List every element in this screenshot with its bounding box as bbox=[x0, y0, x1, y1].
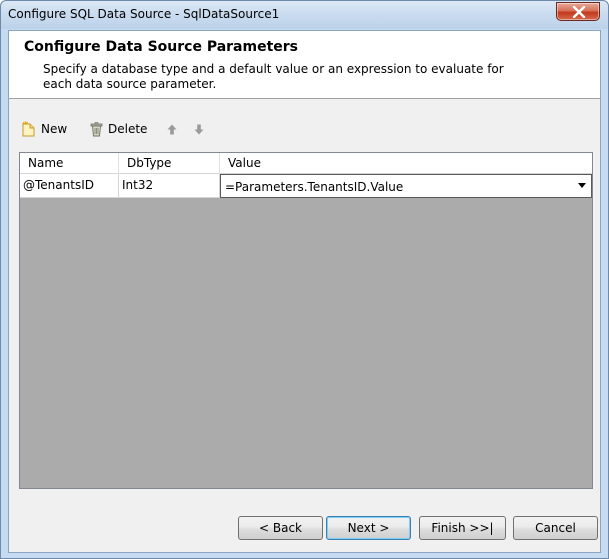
back-button[interactable]: < Back bbox=[238, 516, 323, 540]
window-title: Configure SQL Data Source - SqlDataSourc… bbox=[8, 7, 280, 21]
parameter-value-text: =Parameters.TenantsID.Value bbox=[225, 180, 404, 194]
next-button[interactable]: Next > bbox=[326, 516, 411, 540]
chevron-down-icon[interactable] bbox=[578, 183, 586, 188]
cancel-button[interactable]: Cancel bbox=[513, 516, 598, 540]
parameter-value-dropdown[interactable]: =Parameters.TenantsID.Value bbox=[220, 174, 592, 198]
column-header-name[interactable]: Name bbox=[20, 153, 119, 174]
column-header-value[interactable]: Value bbox=[220, 153, 592, 174]
move-down-button[interactable] bbox=[194, 118, 204, 140]
grid-header: Name DbType Value bbox=[20, 153, 592, 174]
arrow-up-icon bbox=[167, 124, 177, 134]
page-description: Specify a database type and a default va… bbox=[43, 62, 504, 91]
finish-button[interactable]: Finish >>| bbox=[419, 516, 506, 540]
wizard-header: Configure Data Source Parameters Specify… bbox=[9, 31, 600, 99]
parameters-grid[interactable]: Name DbType Value @TenantsID Int32 =Para… bbox=[19, 152, 593, 489]
close-icon bbox=[572, 6, 586, 18]
dialog-client-area: Configure Data Source Parameters Specify… bbox=[8, 30, 601, 553]
page-title: Configure Data Source Parameters bbox=[24, 39, 299, 55]
parameter-name-cell[interactable]: @TenantsID bbox=[20, 174, 119, 198]
close-button[interactable] bbox=[556, 2, 600, 21]
delete-button-label: Delete bbox=[108, 122, 148, 136]
dialog-window: Configure SQL Data Source - SqlDataSourc… bbox=[0, 0, 609, 559]
arrow-down-icon bbox=[194, 124, 204, 134]
trash-icon bbox=[90, 121, 103, 136]
new-button-label: New bbox=[41, 122, 68, 136]
column-header-dbtype[interactable]: DbType bbox=[119, 153, 220, 174]
delete-button[interactable]: Delete bbox=[90, 118, 147, 140]
parameters-toolbar: New Delete bbox=[19, 118, 319, 142]
new-document-icon bbox=[22, 121, 35, 137]
new-button[interactable]: New bbox=[22, 118, 67, 140]
parameter-dbtype-cell[interactable]: Int32 bbox=[119, 174, 220, 198]
title-bar[interactable]: Configure SQL Data Source - SqlDataSourc… bbox=[1, 1, 608, 29]
move-up-button[interactable] bbox=[167, 118, 177, 140]
table-row[interactable]: @TenantsID Int32 =Parameters.TenantsID.V… bbox=[20, 174, 592, 198]
